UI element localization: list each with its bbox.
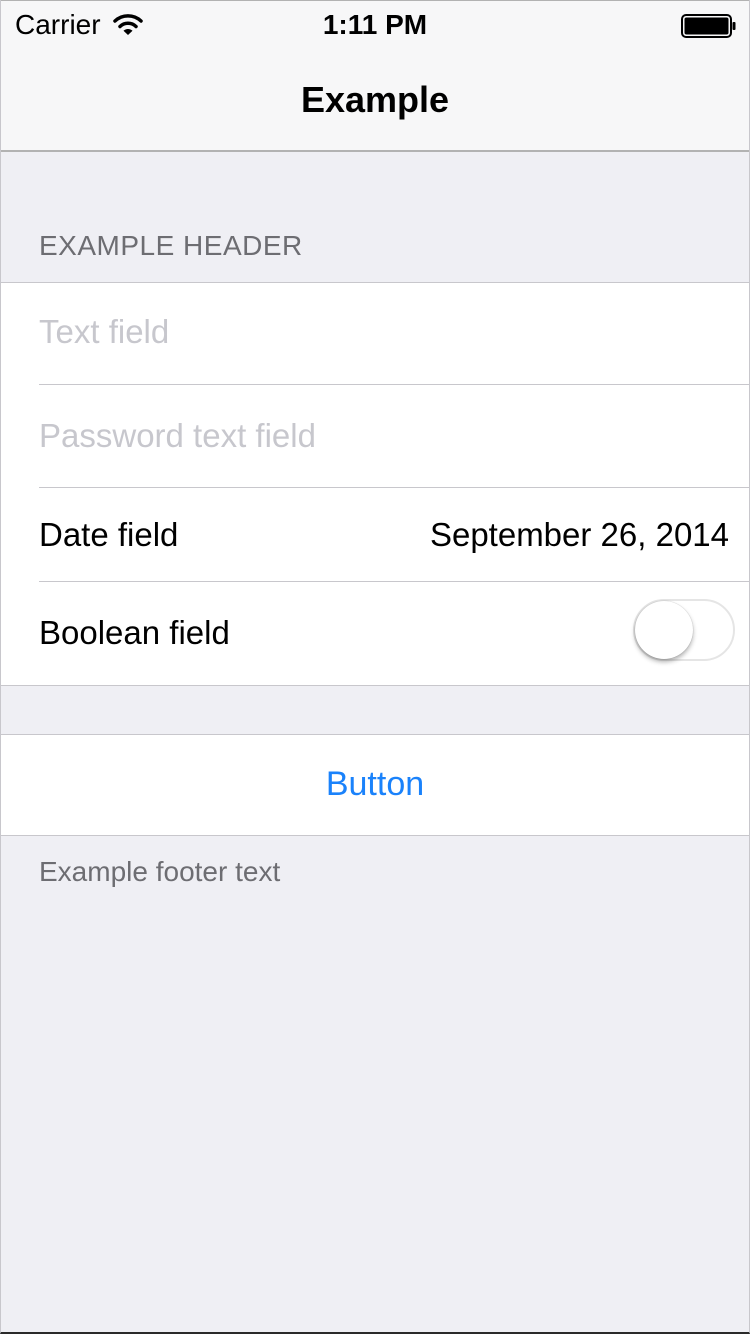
button-section: Button [1,734,749,836]
page-title: Example [300,79,450,120]
action-button[interactable]: Button [1,765,749,804]
footer-text: Example footer text [39,856,281,887]
date-field-value[interactable]: September 26, 2014 [430,516,729,554]
boolean-field-row: Boolean field [1,582,749,685]
battery-icon [681,14,736,38]
section-header: EXAMPLE HEADER [39,230,303,261]
form-section: Text field Password text field Date fiel… [1,282,749,686]
date-field-row[interactable]: Date field September 26, 2014 [1,488,749,582]
boolean-toggle[interactable] [633,599,735,661]
date-field-label: Date field [39,516,179,553]
text-field[interactable]: Text field [1,283,749,385]
password-field[interactable]: Password text field [1,385,749,488]
navigation-bar: Carrier 1:11 PM Example [1,0,749,152]
text-field-placeholder: Text field [39,313,170,350]
toggle-knob [635,601,693,659]
boolean-field-label: Boolean field [39,614,230,651]
password-field-placeholder: Password text field [39,417,316,454]
status-time: 1:11 PM [322,9,428,40]
